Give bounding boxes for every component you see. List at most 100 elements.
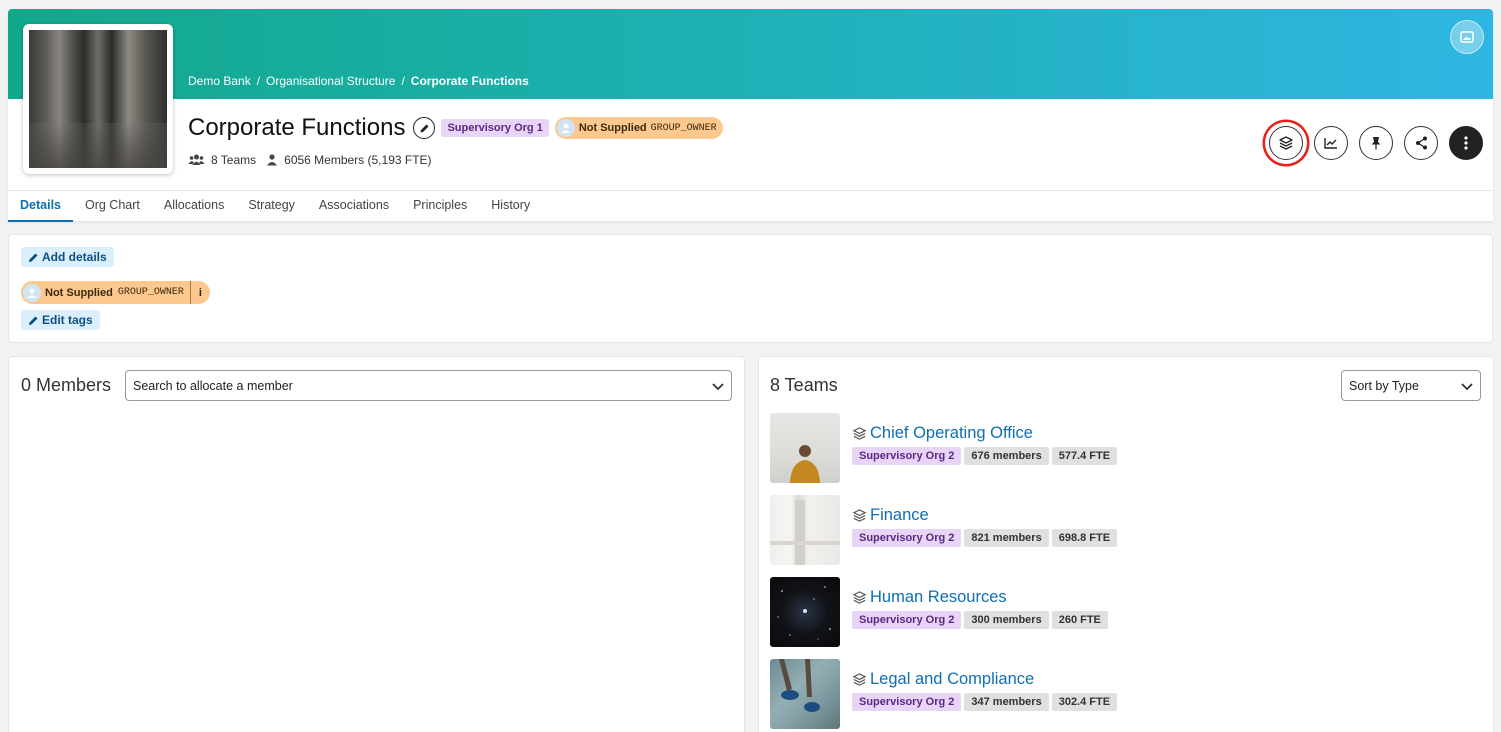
team-photo (770, 659, 840, 729)
members-badge: 300 members (964, 611, 1049, 629)
team-photo (770, 495, 840, 565)
team-name: Finance (870, 506, 929, 524)
org-photo-frame (23, 24, 173, 174)
member-search-placeholder: Search to allocate a member (133, 378, 293, 393)
owner-role: GROUP_OWNER (650, 122, 717, 134)
org-level-tag: Supervisory Org 2 (852, 693, 962, 711)
team-link[interactable]: Finance (852, 506, 929, 525)
owner-pill[interactable]: Not Supplied GROUP_OWNER (554, 117, 723, 139)
layers-button[interactable] (1269, 126, 1303, 160)
org-level-tag: Supervisory Org 2 (852, 611, 962, 629)
breadcrumb-separator: / (401, 74, 405, 88)
pin-icon (1371, 137, 1381, 150)
more-options-button[interactable] (1449, 126, 1483, 160)
chart-line-icon (1324, 138, 1337, 149)
owner-name: Not Supplied (578, 122, 647, 134)
team-name: Chief Operating Office (870, 424, 1033, 442)
chevron-down-icon (712, 383, 724, 391)
members-panel: 0 Members Search to allocate a member (8, 356, 745, 732)
user-avatar-icon (27, 288, 37, 298)
edit-title-button[interactable] (413, 117, 436, 139)
teams-panel: 8 Teams Sort by Type Chief Operating Off… (758, 356, 1494, 732)
teams-title: 8 Teams (770, 375, 838, 395)
layers-icon (1279, 136, 1293, 150)
team-tags: Supervisory Org 2 300 members 260 FTE (852, 611, 1108, 629)
team-link[interactable]: Human Resources (852, 588, 1007, 607)
users-icon (188, 154, 205, 165)
team-photo-person (790, 445, 820, 483)
team-photo (770, 577, 840, 647)
breadcrumb-separator: / (256, 74, 261, 88)
breadcrumb-link[interactable]: Demo Bank (188, 74, 251, 88)
owner-name: Not Supplied (45, 286, 113, 299)
org-level-tag: Supervisory Org 1 (441, 119, 549, 137)
user-avatar-icon (561, 123, 571, 133)
page-title: Corporate Functions (188, 114, 406, 141)
avatar (556, 119, 575, 137)
tab-principles[interactable]: Principles (401, 191, 479, 222)
details-card: Add details Not Supplied GROUP_OWNER i E… (8, 234, 1493, 343)
teams-count: 8 Teams (211, 153, 257, 167)
tab-strategy[interactable]: Strategy (236, 191, 307, 222)
add-details-label: Add details (42, 250, 107, 264)
analytics-button[interactable] (1314, 126, 1348, 160)
add-details-button[interactable]: Add details (21, 247, 114, 267)
tab-history[interactable]: History (479, 191, 542, 222)
team-name: Legal and Compliance (870, 670, 1035, 688)
change-banner-button[interactable] (1450, 20, 1484, 54)
tab-bar: Details Org Chart Allocations Strategy A… (8, 190, 1493, 222)
fte-badge: 698.8 FTE (1051, 529, 1118, 547)
fte-badge: 302.4 FTE (1051, 693, 1118, 711)
share-icon (1415, 136, 1427, 150)
tab-associations[interactable]: Associations (307, 191, 401, 222)
owner-pill[interactable]: Not Supplied GROUP_OWNER i (21, 281, 210, 304)
team-tags: Supervisory Org 2 676 members 577.4 FTE (852, 447, 1118, 465)
pencil-icon (420, 124, 429, 132)
user-icon (267, 154, 278, 166)
edit-tags-button[interactable]: Edit tags (21, 310, 100, 330)
tab-allocations[interactable]: Allocations (152, 191, 236, 222)
members-badge: 821 members (964, 529, 1049, 547)
pencil-icon (29, 316, 38, 325)
team-name: Human Resources (870, 588, 1007, 606)
info-button[interactable]: i (189, 281, 210, 304)
fte-badge: 260 FTE (1051, 611, 1108, 629)
org-photo (29, 30, 167, 168)
sort-select[interactable]: Sort by Type (1341, 370, 1481, 401)
breadcrumb: Demo Bank / Organisational Structure / C… (188, 74, 529, 88)
org-stats: 8 Teams 6056 Members (5,193 FTE) (188, 153, 432, 167)
pencil-icon (29, 253, 38, 262)
layers-icon (852, 427, 867, 440)
breadcrumb-current: Corporate Functions (410, 74, 529, 88)
team-link[interactable]: Chief Operating Office (852, 424, 1033, 443)
team-photo (770, 413, 840, 483)
tab-details[interactable]: Details (8, 191, 73, 222)
member-search-select[interactable]: Search to allocate a member (125, 370, 732, 401)
title-row: Corporate Functions Supervisory Org 1 No… (188, 114, 723, 142)
header-actions (1269, 126, 1483, 160)
chevron-down-icon (1461, 383, 1473, 391)
tab-org-chart[interactable]: Org Chart (73, 191, 152, 222)
fte-badge: 577.4 FTE (1051, 447, 1118, 465)
team-tags: Supervisory Org 2 347 members 302.4 FTE (852, 693, 1118, 711)
team-tags: Supervisory Org 2 821 members 698.8 FTE (852, 529, 1118, 547)
team-photo-decor (770, 500, 840, 565)
pin-button[interactable] (1359, 126, 1393, 160)
layers-icon (852, 673, 867, 686)
edit-tags-label: Edit tags (42, 313, 93, 327)
avatar (23, 283, 41, 302)
share-button[interactable] (1404, 126, 1438, 160)
layers-icon (852, 591, 867, 604)
breadcrumb-link[interactable]: Organisational Structure (266, 74, 395, 88)
team-photo-stars (777, 586, 831, 640)
team-photo-shoes (779, 659, 820, 712)
more-vertical-icon (1464, 136, 1468, 150)
members-title: 0 Members (21, 375, 112, 395)
org-header: Demo Bank / Organisational Structure / C… (8, 9, 1493, 222)
org-level-tag: Supervisory Org 2 (852, 529, 962, 547)
team-link[interactable]: Legal and Compliance (852, 670, 1034, 689)
members-count: 6056 Members (5,193 FTE) (284, 153, 432, 167)
sort-label: Sort by Type (1349, 378, 1419, 393)
members-badge: 676 members (964, 447, 1049, 465)
layers-icon (852, 509, 867, 522)
